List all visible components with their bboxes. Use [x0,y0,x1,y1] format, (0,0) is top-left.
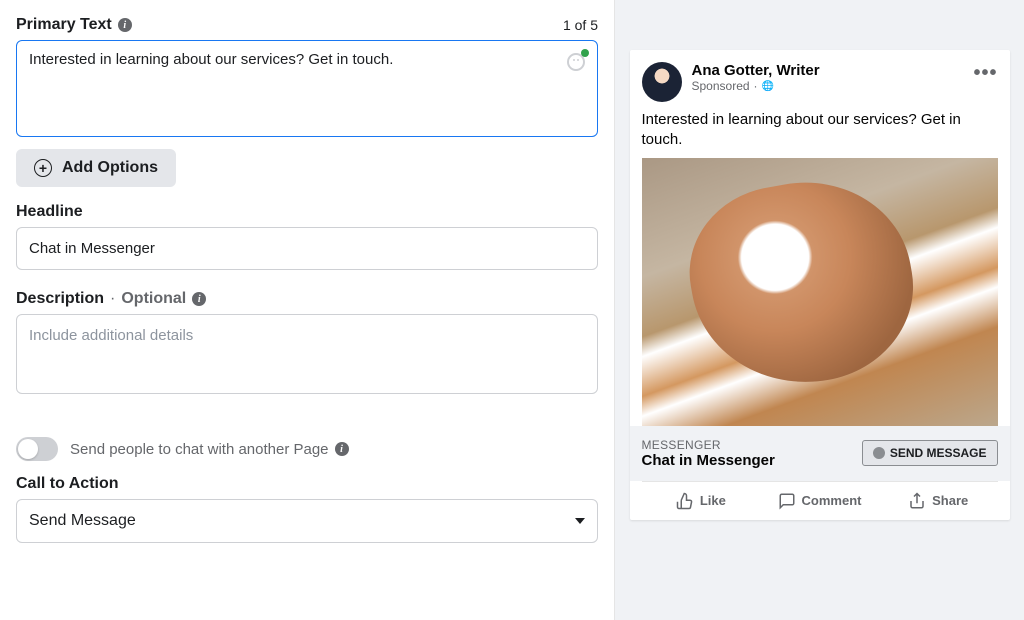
primary-text-label: Primary Text i [16,16,132,34]
share-icon [908,492,926,510]
primary-text-field-wrap [16,40,598,137]
cta-selected-value: Send Message [29,512,136,530]
ad-preview-card: Ana Gotter, Writer Sponsored · 🌐 ••• Int… [630,50,1010,520]
ad-meta: Ana Gotter, Writer Sponsored · 🌐 [692,62,964,93]
page-name[interactable]: Ana Gotter, Writer [692,62,964,79]
description-optional: Optional [121,290,186,308]
share-label: Share [932,493,968,508]
ad-image[interactable] [642,158,998,426]
active-dot-icon [581,49,589,57]
like-button[interactable]: Like [642,482,761,520]
comment-label: Comment [802,493,862,508]
primary-text-label-text: Primary Text [16,16,112,34]
globe-icon: 🌐 [762,81,774,92]
primary-text-counter: 1 of 5 [563,17,598,33]
sponsored-row: Sponsored · 🌐 [692,79,964,93]
headline-input[interactable] [16,227,598,270]
add-options-label: Add Options [62,159,158,177]
description-label: Description · Optional i [16,290,598,308]
comment-button[interactable]: Comment [760,482,879,520]
cta-label-text: Call to Action [16,475,119,493]
headline-label: Headline [16,203,598,221]
chat-page-toggle[interactable] [16,437,58,461]
emoji-picker-button[interactable] [565,51,587,73]
chat-toggle-text: Send people to chat with another Page [70,441,329,458]
plus-circle-icon: + [34,159,52,177]
cta-overline: MESSENGER [642,438,775,452]
cta-headline: Chat in Messenger [642,452,775,469]
send-message-button[interactable]: SEND MESSAGE [862,440,998,466]
like-icon [676,492,694,510]
info-icon[interactable]: i [192,292,206,306]
cta-label: Call to Action [16,475,598,493]
headline-label-text: Headline [16,203,83,221]
page-avatar[interactable] [642,62,682,102]
info-icon[interactable]: i [335,442,349,456]
chat-toggle-row: Send people to chat with another Page i [16,437,598,461]
primary-text-header: Primary Text i 1 of 5 [16,16,598,34]
chat-toggle-label: Send people to chat with another Page i [70,441,349,458]
cta-button-label: SEND MESSAGE [890,446,987,460]
ad-creative-form: Primary Text i 1 of 5 + Add Options Head… [0,0,615,620]
share-button[interactable]: Share [879,482,998,520]
cta-select[interactable]: Send Message [16,499,598,543]
sponsored-label: Sponsored [692,79,750,93]
description-label-text: Description [16,290,104,308]
more-options-button[interactable]: ••• [973,62,997,85]
add-options-button[interactable]: + Add Options [16,149,176,187]
social-actions-bar: Like Comment Share [642,481,998,520]
cta-text-block: MESSENGER Chat in Messenger [642,438,775,469]
description-input[interactable] [16,314,598,394]
info-icon[interactable]: i [118,18,132,32]
ad-body-text: Interested in learning about our service… [630,110,1010,158]
like-label: Like [700,493,726,508]
messenger-icon [873,447,885,459]
primary-text-input[interactable] [29,51,557,121]
chevron-down-icon [575,518,585,524]
ad-preview-panel: Ana Gotter, Writer Sponsored · 🌐 ••• Int… [615,0,1024,620]
ad-cta-bar: MESSENGER Chat in Messenger SEND MESSAGE [630,426,1010,481]
ad-header: Ana Gotter, Writer Sponsored · 🌐 ••• [630,50,1010,110]
comment-icon [778,492,796,510]
